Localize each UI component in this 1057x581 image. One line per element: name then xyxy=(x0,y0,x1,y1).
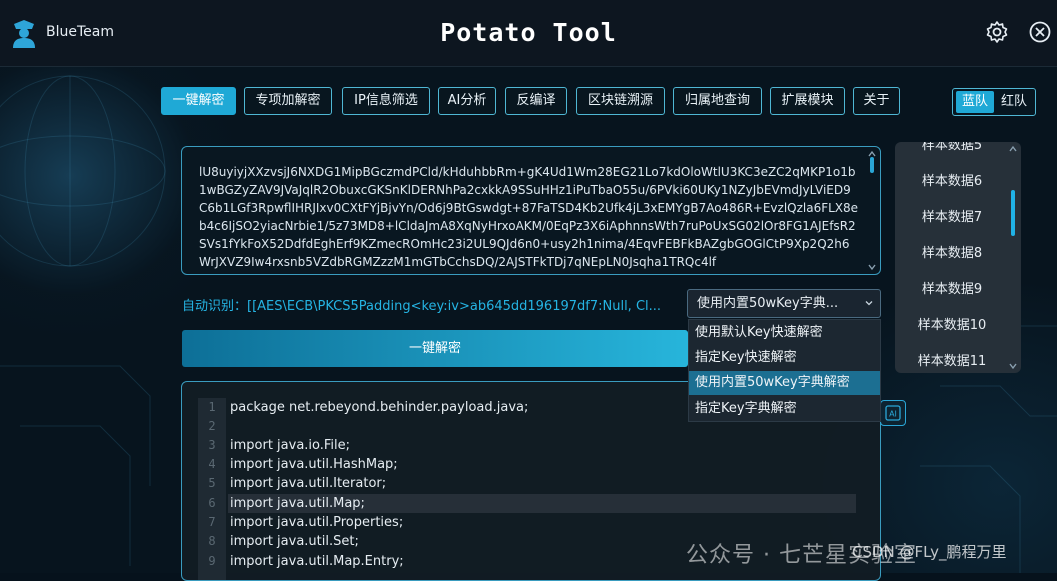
sample-item[interactable]: 样本数据8 xyxy=(895,236,1009,272)
code-line: import java.util.Map; xyxy=(230,496,365,511)
sample-item[interactable]: 样本数据7 xyxy=(895,200,1009,236)
auto-detect-result: [[AES\ECB\PKCS5Padding<key:iv>ab645dd196… xyxy=(247,299,662,314)
code-line: import java.io.File; xyxy=(230,438,351,453)
auto-detect-title: 自动识别： xyxy=(182,299,248,314)
red-team-button[interactable]: 红队 xyxy=(995,91,1033,113)
chevron-down-icon xyxy=(865,301,873,306)
code-line: import java.util.Properties; xyxy=(230,515,404,530)
tab-blockchain-trace[interactable]: 区块链溯源 xyxy=(576,87,665,115)
sample-item[interactable]: 样本数据11 xyxy=(895,344,1009,373)
gear-icon[interactable] xyxy=(985,20,1009,44)
line-number: 8 xyxy=(208,534,216,548)
tab-one-click-decrypt[interactable]: 一键解密 xyxy=(161,87,236,115)
tab-special-crypto[interactable]: 专项加解密 xyxy=(244,87,332,115)
csdn-watermark: CSDN @FLy_鹏程万里 xyxy=(852,543,1007,561)
scroll-up-icon[interactable] xyxy=(1009,145,1017,153)
tab-decompile[interactable]: 反编译 xyxy=(505,87,567,115)
tab-ip-filter[interactable]: IP信息筛选 xyxy=(342,87,430,115)
line-number: 4 xyxy=(208,457,216,471)
input-scrollbar-thumb[interactable] xyxy=(870,157,874,173)
auto-detect-label: 自动识别：[[AES\ECB\PKCS5Padding<key:iv>ab645… xyxy=(182,295,677,314)
sample-item[interactable]: 样本数据5 xyxy=(895,142,1009,164)
sample-item[interactable]: 样本数据6 xyxy=(895,164,1009,200)
tab-ai-analysis[interactable]: AI分析 xyxy=(438,87,496,115)
line-number: 7 xyxy=(208,515,216,529)
decrypt-mode-selected: 使用内置50wKey字典... xyxy=(697,296,839,311)
decrypt-button[interactable]: 一键解密 xyxy=(182,330,688,367)
dropdown-option[interactable]: 指定Key字典解密 xyxy=(689,397,880,421)
cipher-input-text[interactable]: lU8uyiyjXXzvsjJ6NXDG1MipBGczmdPCld/kHduh… xyxy=(199,163,859,269)
code-line: import java.util.HashMap; xyxy=(230,457,398,472)
tab-extensions[interactable]: 扩展模块 xyxy=(770,87,845,115)
dropdown-option[interactable]: 指定Key快速解密 xyxy=(689,346,880,370)
sample-item[interactable]: 样本数据9 xyxy=(895,272,1009,308)
decrypt-mode-dropdown: 使用默认Key快速解密 指定Key快速解密 使用内置50wKey字典解密 指定K… xyxy=(688,319,881,422)
sample-item[interactable]: 样本数据10 xyxy=(895,308,1009,344)
dropdown-option-selected[interactable]: 使用内置50wKey字典解密 xyxy=(689,371,880,395)
team-toggle: 蓝队 红队 xyxy=(952,88,1036,116)
line-number: 9 xyxy=(208,554,216,568)
decrypt-mode-select[interactable]: 使用内置50wKey字典... xyxy=(687,289,881,318)
code-line: import java.util.Iterator; xyxy=(230,476,387,491)
line-number: 3 xyxy=(208,438,216,452)
scroll-down-icon[interactable] xyxy=(868,263,876,271)
blue-team-button[interactable]: 蓝队 xyxy=(956,91,994,113)
line-number: 6 xyxy=(208,496,216,510)
app-title: Potato Tool xyxy=(440,18,617,47)
cipher-input[interactable]: lU8uyiyjXXzvsjJ6NXDG1MipBGczmdPCld/kHduh… xyxy=(181,146,881,275)
sample-list: 样本数据5 样本数据6 样本数据7 样本数据8 样本数据9 样本数据10 样本数… xyxy=(895,142,1021,373)
tab-location-lookup[interactable]: 归属地查询 xyxy=(673,87,762,115)
line-number: 2 xyxy=(208,419,216,433)
ai-analyze-button[interactable]: AI xyxy=(880,400,906,426)
line-number: 5 xyxy=(208,476,216,490)
title-bar: BlueTeam Potato Tool xyxy=(0,0,1057,67)
ai-icon: AI xyxy=(885,405,901,421)
dropdown-option[interactable]: 使用默认Key快速解密 xyxy=(689,321,880,345)
line-number: 1 xyxy=(208,400,216,414)
ai-icon-label: AI xyxy=(889,410,897,419)
tab-about[interactable]: 关于 xyxy=(853,87,900,115)
close-icon[interactable] xyxy=(1028,20,1052,44)
scroll-down-icon[interactable] xyxy=(1009,362,1017,370)
sample-scrollbar-thumb[interactable] xyxy=(1011,190,1015,236)
